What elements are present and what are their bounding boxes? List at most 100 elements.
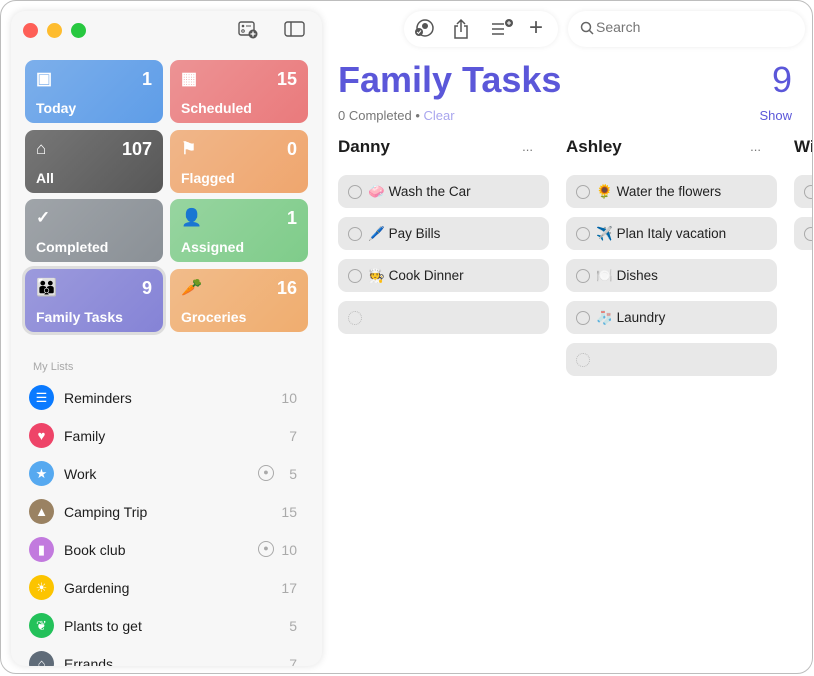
calendar-icon: ▦: [181, 69, 198, 88]
task-title: 🧼 Wash the Car: [368, 184, 471, 200]
task-checkbox[interactable]: [804, 227, 812, 241]
smart-list-label: Today: [36, 100, 77, 116]
task-checkbox[interactable]: [348, 269, 362, 283]
task-checkbox[interactable]: [576, 311, 590, 325]
task-checkbox[interactable]: [804, 185, 812, 199]
task-emoji: 🧼: [368, 184, 385, 199]
new-task-checkbox: [576, 353, 590, 367]
smart-list-label: Scheduled: [181, 100, 252, 116]
task-checkbox[interactable]: [348, 227, 362, 241]
smart-list-label: All: [36, 169, 54, 186]
task-emoji: 🧦: [596, 310, 613, 325]
tray-icon: ⌂: [36, 138, 47, 158]
column-more-button[interactable]: ...: [522, 139, 533, 154]
task-card[interactable]: [794, 217, 812, 250]
toolbar-group: +: [404, 11, 558, 47]
list-name: Family: [64, 428, 106, 444]
list-name: Reminders: [64, 390, 132, 406]
task-text: Water the flowers: [616, 184, 722, 199]
house-icon: ⌂: [29, 651, 54, 666]
task-checkbox[interactable]: [348, 185, 362, 199]
task-card[interactable]: 🧑‍🍳 Cook Dinner: [338, 259, 549, 292]
list-item-reminders[interactable]: ☰ Reminders 10: [29, 382, 307, 412]
task-title: 🌻 Water the flowers: [596, 184, 721, 200]
task-checkbox[interactable]: [576, 185, 590, 199]
add-reminder-button[interactable]: +: [529, 14, 543, 42]
star-icon: ★: [29, 461, 54, 486]
list-name: Work: [64, 466, 97, 482]
list-name: Gardening: [64, 580, 130, 596]
task-card[interactable]: 🧦 Laundry: [566, 301, 777, 334]
task-title: 🍽️ Dishes: [596, 268, 658, 284]
smart-list-completed[interactable]: ✓ Completed: [25, 199, 163, 262]
task-checkbox[interactable]: [576, 227, 590, 241]
flag-icon: ⚑: [181, 138, 197, 158]
share-icon[interactable]: [452, 18, 470, 45]
list-item-errands[interactable]: ⌂ Errands 7: [29, 648, 307, 666]
column-more-button[interactable]: ...: [750, 139, 761, 154]
list-count: 15: [281, 504, 297, 520]
reminders-window: ▣ 1 Today ▦ 15 Scheduled ⌂ 107 All ⚑ 0 Flagged ✓ Comp…: [0, 0, 813, 674]
task-text: Plan Italy vacation: [616, 226, 727, 241]
task-card[interactable]: 🧼 Wash the Car: [338, 175, 549, 208]
my-lists-heading: My Lists: [33, 361, 74, 373]
smart-list-all[interactable]: ⌂ 107 All: [25, 129, 163, 193]
task-card[interactable]: ✈️ Plan Italy vacation: [566, 217, 777, 250]
minimize-button[interactable]: [47, 23, 62, 38]
smart-list-assigned[interactable]: 👤 1 Assigned: [170, 199, 308, 262]
smart-list-label: Completed: [36, 239, 109, 255]
task-emoji: ✈️: [596, 226, 613, 241]
smart-list-groceries[interactable]: 🥕 16 Groceries: [170, 268, 308, 332]
leaf-icon: ❦: [29, 613, 54, 638]
search-icon: [580, 21, 594, 40]
task-title: ✈️ Plan Italy vacation: [596, 226, 726, 242]
view-options-icon[interactable]: [490, 18, 514, 43]
list-item-plants-to-get[interactable]: ❦ Plants to get 5: [29, 610, 307, 640]
shared-person-icon: ●: [258, 465, 274, 481]
task-emoji: 🌻: [596, 184, 613, 199]
smart-list-flagged[interactable]: ⚑ 0 Flagged: [170, 129, 308, 193]
search-input[interactable]: [596, 19, 786, 35]
share-with-icon[interactable]: [414, 18, 434, 43]
list-item-family[interactable]: ♥ Family 7: [29, 420, 307, 450]
new-list-icon[interactable]: [238, 21, 258, 39]
task-card[interactable]: [794, 175, 812, 208]
task-card[interactable]: 🌻 Water the flowers: [566, 175, 777, 208]
smart-list-count: 1: [286, 208, 297, 228]
list-count: 10: [281, 390, 297, 406]
list-item-camping-trip[interactable]: ▲ Camping Trip 15: [29, 496, 307, 526]
smart-list-label: Family Tasks: [36, 308, 123, 325]
close-button[interactable]: [23, 23, 38, 38]
smart-list-today[interactable]: ▣ 1 Today: [25, 60, 163, 123]
sidebar-toggle-icon[interactable]: [284, 21, 305, 39]
list-icon: ☰: [29, 385, 54, 410]
list-count: 17: [281, 580, 297, 596]
list-item-book-club[interactable]: ▮ Book club ● 10: [29, 534, 307, 564]
checkmark-icon: ✓: [36, 208, 51, 227]
completed-summary: 0 Completed • Clear: [338, 108, 455, 123]
smart-list-count: 9: [141, 277, 152, 298]
smart-list-family-tasks[interactable]: 👪 9 Family Tasks: [25, 268, 163, 332]
smart-list-label: Assigned: [181, 239, 245, 255]
task-emoji: 🧑‍🍳: [368, 268, 385, 283]
new-task-card[interactable]: [566, 343, 777, 376]
task-checkbox[interactable]: [576, 269, 590, 283]
smart-list-label: Flagged: [181, 169, 235, 186]
smart-list-count: 16: [276, 277, 297, 298]
show-completed-button[interactable]: Show: [759, 108, 792, 123]
search-field[interactable]: [568, 11, 805, 47]
clear-button[interactable]: Clear: [424, 108, 455, 123]
task-card[interactable]: 🖊️ Pay Bills: [338, 217, 549, 250]
zoom-button[interactable]: [71, 23, 86, 38]
column-title: Wil: [794, 137, 812, 156]
list-count: 5: [289, 466, 297, 482]
smart-list-count: 1: [141, 69, 152, 89]
new-task-card[interactable]: [338, 301, 549, 334]
smart-list-scheduled[interactable]: ▦ 15 Scheduled: [170, 60, 308, 123]
list-item-gardening[interactable]: ☀ Gardening 17: [29, 572, 307, 602]
list-count: 10: [281, 542, 297, 558]
task-card[interactable]: 🍽️ Dishes: [566, 259, 777, 292]
list-item-work[interactable]: ★ Work ● 5: [29, 458, 307, 488]
sun-icon: ☀: [29, 575, 54, 600]
column-danny: Danny... 🧼 Wash the Car 🖊️ Pay Bills 🧑‍🍳 Co…: [338, 137, 549, 334]
